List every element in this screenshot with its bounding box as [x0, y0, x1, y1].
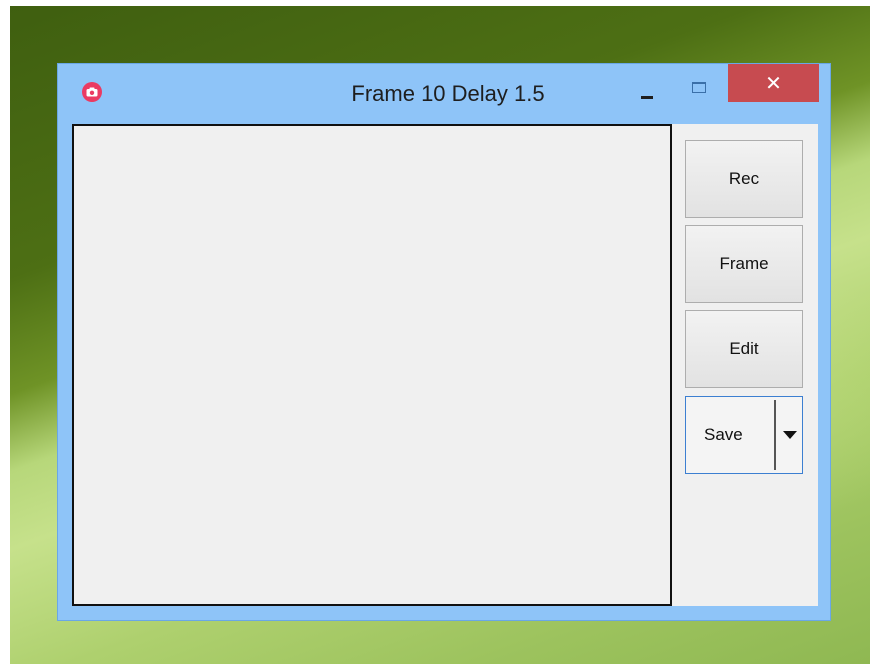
save-button[interactable]: Save	[704, 397, 743, 473]
window-title: Frame 10 Delay 1.5	[351, 81, 545, 106]
save-split-divider	[774, 400, 776, 470]
recorder-window: Frame 10 Delay 1.5 ✕ Rec Frame Edit Save	[57, 63, 831, 621]
edit-button[interactable]: Edit	[685, 310, 803, 388]
rec-button-label: Rec	[728, 169, 760, 188]
rec-button[interactable]: Rec	[685, 140, 803, 218]
close-icon: ✕	[765, 71, 782, 95]
chevron-down-icon	[783, 431, 797, 439]
minimize-button[interactable]	[632, 72, 662, 112]
maximize-icon	[692, 82, 706, 93]
frame-button-label: Frame	[719, 254, 769, 273]
save-dropdown-button[interactable]	[778, 397, 802, 473]
window-client-area: Rec Frame Edit Save	[72, 124, 818, 606]
minimize-icon	[641, 96, 653, 99]
camera-icon[interactable]	[82, 82, 102, 102]
edit-button-label: Edit	[729, 339, 759, 358]
control-panel: Rec Frame Edit Save	[672, 124, 818, 606]
capture-region[interactable]	[72, 124, 672, 606]
frame-button[interactable]: Frame	[685, 225, 803, 303]
close-button[interactable]: ✕	[728, 64, 819, 102]
save-split-button: Save	[685, 396, 803, 474]
maximize-button[interactable]	[684, 72, 716, 112]
title-bar[interactable]: Frame 10 Delay 1.5 ✕	[58, 64, 830, 124]
